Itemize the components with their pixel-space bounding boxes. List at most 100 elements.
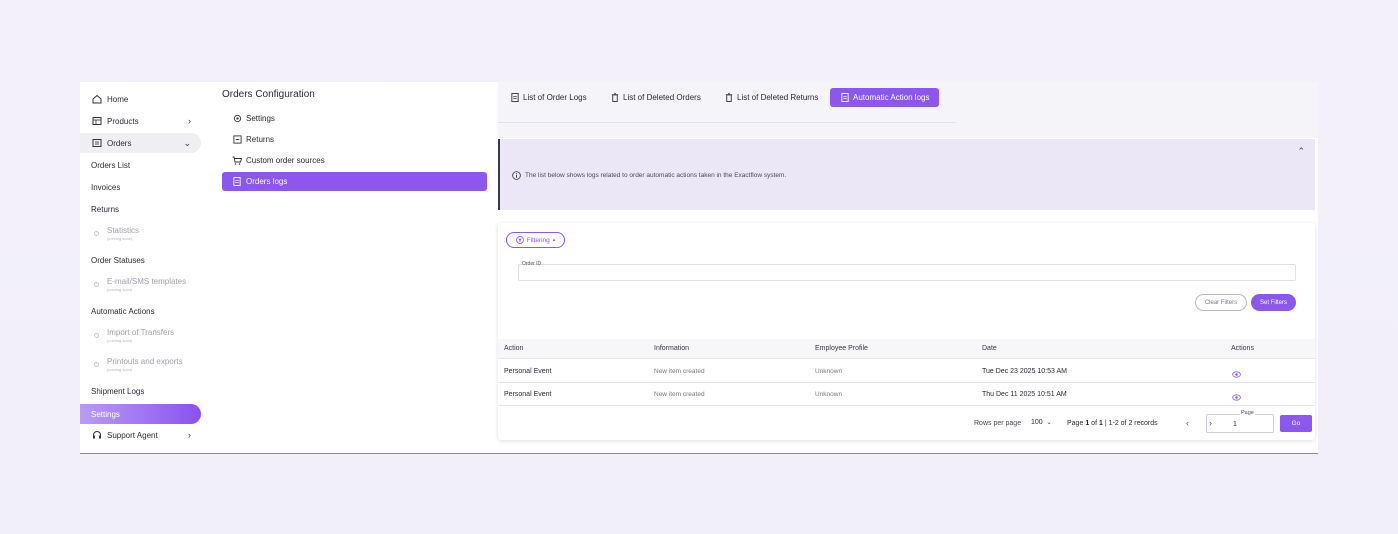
cell-date: Thu Dec 11 2025 10:51 AM xyxy=(982,391,1067,398)
filter-icon xyxy=(515,236,524,244)
sidebar-subitem-import-transfers: Import of Transfers (coming soon) xyxy=(94,328,174,343)
tab-label: List of Deleted Returns xyxy=(737,93,819,102)
gear-icon xyxy=(232,114,242,124)
sidebar-item-label: Support Agent xyxy=(107,430,158,440)
table-header: Action Information Employee Profile Date… xyxy=(498,339,1315,359)
config-item-label: Returns xyxy=(246,135,275,144)
sidebar-item-support-agent[interactable]: Support Agent › xyxy=(80,425,201,445)
sidebar-item-label: Orders xyxy=(107,138,132,148)
config-item-custom-order-sources[interactable]: Custom order sources xyxy=(222,151,487,170)
info-banner: ⌃ The list below shows logs related to o… xyxy=(498,139,1315,210)
logs-card: Filtering ▴ Order ID Clear Filters Set F… xyxy=(498,223,1315,440)
config-item-returns[interactable]: Returns xyxy=(222,130,487,149)
records-count: 1-2 of 2 records xyxy=(1108,420,1158,427)
sidebar-item-label: Settings xyxy=(91,409,120,419)
trash-icon xyxy=(724,93,733,103)
page-number-input[interactable]: 1 xyxy=(1206,414,1274,433)
sidebar-subitem-invoices[interactable]: Invoices xyxy=(91,183,120,192)
tab-deleted-returns[interactable]: List of Deleted Returns xyxy=(724,88,818,107)
cell-employee-profile: Unknown xyxy=(815,368,843,375)
page-status: Page 1 of 1 | 1-2 of 2 records xyxy=(1067,420,1158,427)
sidebar-item-label: Printouts and exports xyxy=(107,357,183,366)
cell-information: New item created xyxy=(654,391,705,398)
document-icon xyxy=(510,93,519,103)
chevron-left-icon[interactable]: ‹ xyxy=(1186,418,1189,428)
sidebar-item-label: Statistics xyxy=(107,226,140,235)
circle-icon xyxy=(94,362,99,367)
eye-icon[interactable] xyxy=(1232,389,1241,401)
eye-icon[interactable] xyxy=(1232,366,1241,378)
rows-per-page-select[interactable]: 100 ⌄ xyxy=(1031,419,1052,426)
coming-soon-label: (coming soon) xyxy=(107,236,133,241)
coming-soon-label: (coming soon) xyxy=(107,367,133,372)
sidebar-subitem-returns[interactable]: Returns xyxy=(91,205,119,214)
chevron-right-icon: › xyxy=(188,430,191,440)
circle-icon xyxy=(94,333,99,338)
cell-action: Personal Event xyxy=(504,391,552,398)
config-title: Orders Configuration xyxy=(222,89,315,100)
cell-employee-profile: Unknown xyxy=(815,391,843,398)
info-icon xyxy=(512,171,521,180)
cell-information: New item created xyxy=(654,368,705,375)
sidebar-subitem-shipment-logs[interactable]: Shipment Logs xyxy=(91,387,144,396)
chevron-down-icon: ⌄ xyxy=(183,137,191,148)
coming-soon-label: (coming soon) xyxy=(107,287,133,292)
page-of: of xyxy=(1091,420,1098,427)
sidebar-subitem-printouts: Printouts and exports (coming soon) xyxy=(94,357,183,372)
sidebar-item-label: Products xyxy=(107,116,139,126)
sidebar-item-settings[interactable]: Settings xyxy=(80,404,201,424)
column-header-information: Information xyxy=(654,345,690,352)
tab-label: List of Order Logs xyxy=(523,93,587,102)
sidebar-item-home[interactable]: Home xyxy=(80,89,201,109)
config-item-label: Custom order sources xyxy=(246,156,325,165)
set-filters-button[interactable]: Set Filters xyxy=(1251,294,1296,311)
sidebar-item-label: E-mail/SMS templates xyxy=(107,277,187,286)
clear-filters-button[interactable]: Clear Filters xyxy=(1195,294,1247,311)
filtering-toggle[interactable]: Filtering ▴ xyxy=(506,232,565,248)
cart-icon xyxy=(232,156,242,166)
go-button[interactable]: Go xyxy=(1280,415,1312,432)
page-current: 1 xyxy=(1085,420,1090,427)
table-row: Personal Event New item created Unknown … xyxy=(498,360,1315,383)
chevron-up-icon[interactable]: ⌃ xyxy=(1297,146,1305,157)
config-item-orders-logs[interactable]: Orders logs xyxy=(222,172,487,191)
info-message: The list below shows logs related to ord… xyxy=(512,171,786,180)
sidebar-subitem-orders-list[interactable]: Orders List xyxy=(91,161,130,170)
rows-per-page-label: Rows per page xyxy=(974,420,1022,427)
document-icon xyxy=(840,93,849,103)
tab-automatic-action-logs[interactable]: Automatic Action logs xyxy=(830,88,940,107)
coming-soon-label: (coming soon) xyxy=(107,338,133,343)
config-item-settings[interactable]: Settings xyxy=(222,109,487,128)
sidebar-item-orders[interactable]: Orders ⌄ xyxy=(80,133,201,153)
sidebar-item-products[interactable]: Products › xyxy=(80,111,201,131)
sidebar-subitem-statistics: Statistics (coming soon) xyxy=(94,226,139,241)
page-prefix: Page xyxy=(1067,420,1084,427)
document-icon xyxy=(232,177,242,187)
products-icon xyxy=(91,115,103,127)
circle-icon xyxy=(94,282,99,287)
sidebar-subitem-email-templates: E-mail/SMS templates (coming soon) xyxy=(94,277,186,292)
chevron-down-icon: ⌄ xyxy=(1046,420,1052,426)
sidebar-item-label: Home xyxy=(107,94,129,104)
chevron-right-icon: › xyxy=(188,116,191,126)
caret-up-icon: ▴ xyxy=(552,237,556,243)
cell-action: Personal Event xyxy=(504,368,552,375)
order-id-input[interactable] xyxy=(518,264,1296,281)
tab-order-logs[interactable]: List of Order Logs xyxy=(510,88,587,107)
tab-deleted-orders[interactable]: List of Deleted Orders xyxy=(610,88,701,107)
trash-icon xyxy=(610,93,619,103)
tab-label: Automatic Action logs xyxy=(853,93,930,102)
sidebar-subitem-automatic-actions[interactable]: Automatic Actions xyxy=(91,307,155,316)
page-total: 1 xyxy=(1098,420,1103,427)
return-box-icon xyxy=(232,135,242,145)
sidebar-subitem-order-statuses[interactable]: Order Statuses xyxy=(91,256,145,265)
headset-icon xyxy=(91,429,103,441)
cell-date: Tue Dec 23 2025 10:53 AM xyxy=(982,368,1067,375)
rows-per-page-value: 100 xyxy=(1031,419,1043,426)
sidebar-item-label: Import of Transfers xyxy=(107,328,175,337)
tab-label: List of Deleted Orders xyxy=(623,93,701,102)
tabs-divider xyxy=(498,122,956,123)
column-header-action: Action xyxy=(504,345,524,352)
order-id-label: Order ID xyxy=(522,261,542,267)
column-header-actions: Actions xyxy=(1231,345,1254,352)
